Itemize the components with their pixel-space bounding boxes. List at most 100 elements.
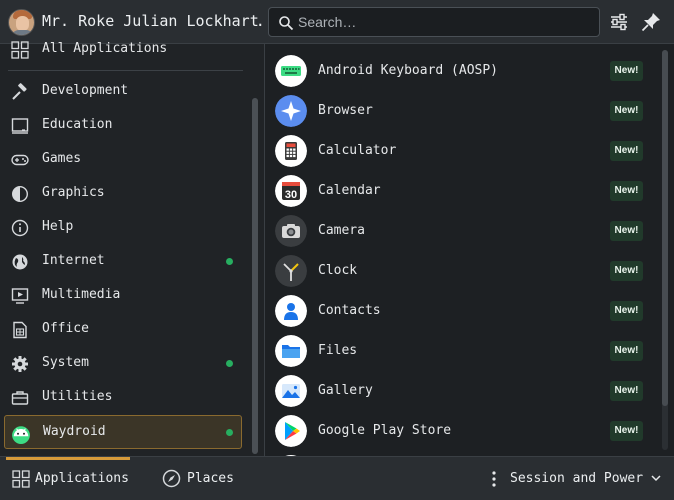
list-item-browser[interactable]: Browser New! [273, 91, 649, 131]
hammer-icon [12, 83, 27, 100]
tab-applications[interactable]: Applications [6, 457, 130, 500]
folder-icon [275, 335, 307, 367]
android-icon [12, 426, 30, 444]
list-item-google-play-store[interactable]: Google Play Store New! [273, 411, 649, 451]
clock-icon [275, 255, 307, 287]
status-dot [226, 258, 233, 265]
toolbox-icon [11, 391, 29, 405]
app-name: Clock [318, 263, 358, 278]
sidebar-item-utilities[interactable]: Utilities [4, 380, 242, 414]
sidebar-item-label: Graphics [42, 185, 105, 200]
new-badge: New! [610, 261, 643, 281]
palette-icon [11, 185, 29, 203]
tab-label: Places [187, 471, 234, 486]
keyboard-icon [275, 55, 307, 87]
sidebar-item-internet[interactable]: Internet [4, 244, 242, 278]
sidebar-item-all-applications[interactable]: All Applications [4, 32, 242, 66]
sidebar-item-help[interactable]: Help [4, 210, 242, 244]
configure-sliders-icon[interactable] [608, 11, 630, 33]
document-icon [13, 321, 27, 339]
sidebar-item-graphics[interactable]: Graphics [4, 176, 242, 210]
app-name: Gallery [318, 383, 373, 398]
status-dot [226, 429, 233, 436]
new-badge: New! [610, 381, 643, 401]
sidebar-item-multimedia[interactable]: Multimedia [4, 278, 242, 312]
list-item-calendar[interactable]: 30 Calendar New! [273, 171, 649, 211]
list-item-gallery[interactable]: Gallery New! [273, 371, 649, 411]
app-list-scrollbar-thumb[interactable] [662, 50, 668, 406]
new-badge: New! [610, 221, 643, 241]
sidebar-item-label: Games [42, 151, 82, 166]
monitor-play-icon [11, 288, 29, 304]
user-name[interactable]: Mr. Roke Julian Lockhart… [42, 12, 262, 32]
sidebar-item-label: Internet [42, 253, 105, 268]
gallery-icon [275, 375, 307, 407]
grid-icon [12, 470, 30, 488]
app-launcher-window: Mr. Roke Julian Lockhart… Search… All Ap… [0, 0, 674, 500]
search-input[interactable] [298, 12, 588, 32]
sidebar-item-system[interactable]: System [4, 346, 242, 380]
sidebar-item-label: Utilities [42, 389, 113, 404]
sidebar-item-label: Education [42, 117, 113, 132]
calculator-icon [275, 135, 307, 167]
sidebar-item-office[interactable]: Office [4, 312, 242, 346]
session-and-power-button[interactable]: Session and Power [484, 457, 668, 500]
board-icon [11, 118, 29, 134]
sidebar-item-label: Office [42, 321, 89, 336]
new-badge: New! [610, 101, 643, 121]
gear-icon [12, 356, 28, 372]
pin-icon[interactable] [640, 11, 662, 33]
new-badge: New! [610, 181, 643, 201]
app-name: Browser [318, 103, 373, 118]
svg-text:30: 30 [285, 189, 297, 201]
chevron-down-icon [651, 475, 661, 482]
list-item-clock[interactable]: Clock New! [273, 251, 649, 291]
application-list: Android Keyboard (AOSP) New! Browser New… [265, 44, 674, 456]
calendar-icon: 30 [275, 175, 307, 207]
list-item-contacts[interactable]: Contacts New! [273, 291, 649, 331]
new-badge: New! [610, 341, 643, 361]
list-item-calculator[interactable]: Calculator New! [273, 131, 649, 171]
search-icon [279, 16, 294, 31]
camera-icon [275, 215, 307, 247]
app-name: Camera [318, 223, 365, 238]
sidebar-item-label: Waydroid [43, 424, 106, 439]
app-name: Calculator [318, 143, 397, 158]
app-name: Google Play Store [318, 423, 452, 438]
tab-label: Applications [35, 471, 129, 486]
app-name: Calendar [318, 183, 381, 198]
browser-icon [275, 95, 307, 127]
sidebar-scrollbar-thumb[interactable] [252, 98, 258, 454]
sidebar-divider [8, 70, 243, 71]
sidebar-item-label: All Applications [42, 41, 168, 56]
tab-places[interactable]: Places [158, 457, 248, 500]
active-tab-indicator [6, 457, 130, 460]
sidebar-item-games[interactable]: Games [4, 142, 242, 176]
session-label: Session and Power [510, 471, 644, 486]
sidebar-item-waydroid[interactable]: Waydroid [4, 415, 242, 449]
grid-icon [11, 41, 29, 59]
new-badge: New! [610, 141, 643, 161]
status-dot [226, 360, 233, 367]
info-icon [11, 219, 29, 237]
contacts-icon [275, 295, 307, 327]
app-name: Contacts [318, 303, 381, 318]
sidebar-item-label: Help [42, 219, 74, 234]
list-item-files[interactable]: Files New! [273, 331, 649, 371]
new-badge: New! [610, 301, 643, 321]
app-name: Files [318, 343, 358, 358]
app-name: Android Keyboard (AOSP) [318, 63, 499, 78]
sidebar-item-label: System [42, 355, 89, 370]
sidebar-item-education[interactable]: Education [4, 108, 242, 142]
list-item-camera[interactable]: Camera New! [273, 211, 649, 251]
compass-icon [162, 469, 181, 488]
new-badge: New! [610, 61, 643, 81]
list-item-android-keyboard[interactable]: Android Keyboard (AOSP) New! [273, 51, 649, 91]
new-badge: New! [610, 421, 643, 441]
gamepad-icon [11, 154, 29, 166]
sidebar-item-label: Development [42, 83, 129, 98]
play-store-icon [275, 415, 307, 447]
sidebar-item-development[interactable]: Development [4, 74, 242, 108]
search-box[interactable] [268, 7, 600, 37]
kebab-menu-icon [492, 471, 496, 487]
